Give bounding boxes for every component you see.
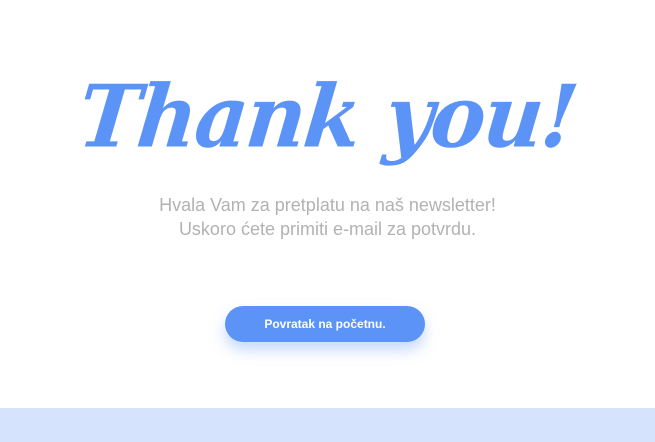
back-to-home-button[interactable]: Povratak na početnu. (225, 306, 425, 342)
confirmation-message: Hvala Vam za pretplatu na naš newsletter… (0, 193, 655, 241)
message-line-1: Hvala Vam za pretplatu na naš newsletter… (159, 195, 496, 215)
thank-you-heading: Thank you! (73, 66, 582, 168)
thank-you-heading-container: Thank you! (0, 62, 655, 182)
footer-band (0, 408, 655, 442)
message-line-2: Uskoro ćete primiti e-mail za potvrdu. (178, 219, 477, 239)
